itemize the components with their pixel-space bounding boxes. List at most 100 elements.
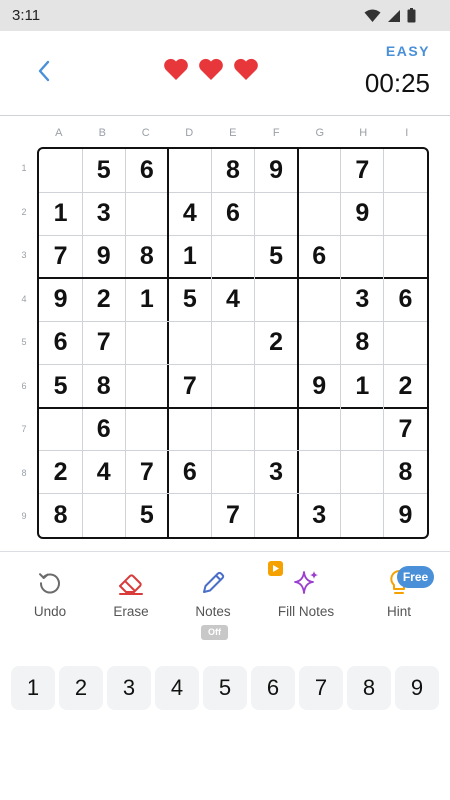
back-button[interactable]: [30, 57, 58, 85]
board-cell[interactable]: 8: [211, 149, 254, 192]
board-cell[interactable]: 1: [125, 278, 168, 321]
board-cell[interactable]: [298, 321, 341, 364]
board-cell[interactable]: 8: [384, 451, 427, 494]
board-cell[interactable]: [168, 149, 211, 192]
board-cell[interactable]: [211, 451, 254, 494]
board-cell[interactable]: 8: [125, 235, 168, 278]
board-cell[interactable]: [298, 451, 341, 494]
board-cell[interactable]: 1: [341, 365, 384, 408]
board-cell[interactable]: [255, 494, 298, 537]
board-cell[interactable]: [125, 321, 168, 364]
number-key[interactable]: 9: [395, 666, 439, 710]
board-cell[interactable]: 7: [384, 408, 427, 451]
board-cell[interactable]: [341, 451, 384, 494]
board-cell[interactable]: 1: [39, 192, 82, 235]
board-cell[interactable]: [125, 408, 168, 451]
board-cell[interactable]: 3: [82, 192, 125, 235]
board-cell[interactable]: [384, 235, 427, 278]
board-cell[interactable]: 6: [298, 235, 341, 278]
board-cell[interactable]: 8: [82, 365, 125, 408]
board-cell[interactable]: 6: [125, 149, 168, 192]
board-cell[interactable]: 5: [168, 278, 211, 321]
undo-button[interactable]: Undo: [10, 560, 90, 630]
board-cell[interactable]: 7: [39, 235, 82, 278]
board-cell[interactable]: [384, 192, 427, 235]
board-cell[interactable]: [168, 321, 211, 364]
board-cell[interactable]: 7: [82, 321, 125, 364]
board-cell[interactable]: 9: [298, 365, 341, 408]
number-key[interactable]: 6: [251, 666, 295, 710]
board-cell[interactable]: 3: [341, 278, 384, 321]
row-label: 3: [21, 250, 27, 260]
board-cell[interactable]: 7: [341, 149, 384, 192]
board-cell[interactable]: [168, 408, 211, 451]
board-cell[interactable]: 2: [384, 365, 427, 408]
board-cell[interactable]: 6: [384, 278, 427, 321]
board-cell[interactable]: [384, 321, 427, 364]
board-cell[interactable]: [255, 192, 298, 235]
board-cell[interactable]: [211, 365, 254, 408]
board-cell[interactable]: 7: [168, 365, 211, 408]
board-cell[interactable]: [39, 149, 82, 192]
number-key[interactable]: 2: [59, 666, 103, 710]
board-cell[interactable]: [255, 365, 298, 408]
board-cell[interactable]: 6: [39, 321, 82, 364]
board-cell[interactable]: 4: [211, 278, 254, 321]
board-cell[interactable]: [298, 408, 341, 451]
board-cell[interactable]: 7: [125, 451, 168, 494]
board-cell[interactable]: 9: [255, 149, 298, 192]
board-cell[interactable]: 6: [82, 408, 125, 451]
board-cell[interactable]: 2: [39, 451, 82, 494]
board-cell[interactable]: [341, 494, 384, 537]
board-cell[interactable]: [211, 408, 254, 451]
board-cell[interactable]: [125, 192, 168, 235]
row-label: 6: [21, 380, 27, 391]
board-cell[interactable]: [384, 149, 427, 192]
board-cell[interactable]: 5: [39, 365, 82, 408]
board-cell[interactable]: 9: [82, 235, 125, 278]
status-icons: [364, 8, 416, 23]
board-cell[interactable]: [211, 235, 254, 278]
board-cell[interactable]: 5: [255, 235, 298, 278]
board-cell[interactable]: [39, 408, 82, 451]
board-cell[interactable]: 6: [211, 192, 254, 235]
number-key[interactable]: 3: [107, 666, 151, 710]
board-cell[interactable]: [82, 494, 125, 537]
number-key[interactable]: 7: [299, 666, 343, 710]
board-cell[interactable]: 4: [82, 451, 125, 494]
board-cell[interactable]: 5: [82, 149, 125, 192]
board-cell[interactable]: [125, 365, 168, 408]
board-cell[interactable]: 6: [168, 451, 211, 494]
board-cell[interactable]: 5: [125, 494, 168, 537]
board-cell[interactable]: [341, 408, 384, 451]
board-cell[interactable]: [255, 278, 298, 321]
board-cell[interactable]: [298, 192, 341, 235]
erase-button[interactable]: Erase: [91, 560, 171, 630]
number-key[interactable]: 8: [347, 666, 391, 710]
board-cell[interactable]: [211, 321, 254, 364]
board-cell[interactable]: 2: [82, 278, 125, 321]
board-cell[interactable]: 8: [341, 321, 384, 364]
column-label: C: [141, 127, 150, 139]
number-key[interactable]: 1: [11, 666, 55, 710]
board-cell[interactable]: 7: [211, 494, 254, 537]
board-cell[interactable]: [255, 408, 298, 451]
board-cell[interactable]: 3: [255, 451, 298, 494]
number-key[interactable]: 4: [155, 666, 199, 710]
board-cell[interactable]: [168, 494, 211, 537]
board-cell[interactable]: 2: [255, 321, 298, 364]
board-cell[interactable]: [341, 235, 384, 278]
board-cell[interactable]: 3: [298, 494, 341, 537]
board-cell[interactable]: 9: [39, 278, 82, 321]
number-key[interactable]: 5: [203, 666, 247, 710]
column-label: A: [55, 127, 63, 139]
board-cell[interactable]: 8: [39, 494, 82, 537]
board-cell[interactable]: [298, 149, 341, 192]
board-cell[interactable]: 4: [168, 192, 211, 235]
board-cell[interactable]: [298, 278, 341, 321]
notes-button[interactable]: Notes: [173, 560, 253, 630]
board-cell[interactable]: 9: [384, 494, 427, 537]
board-cell[interactable]: 1: [168, 235, 211, 278]
board-cell[interactable]: 9: [341, 192, 384, 235]
row-label: 5: [21, 337, 27, 347]
